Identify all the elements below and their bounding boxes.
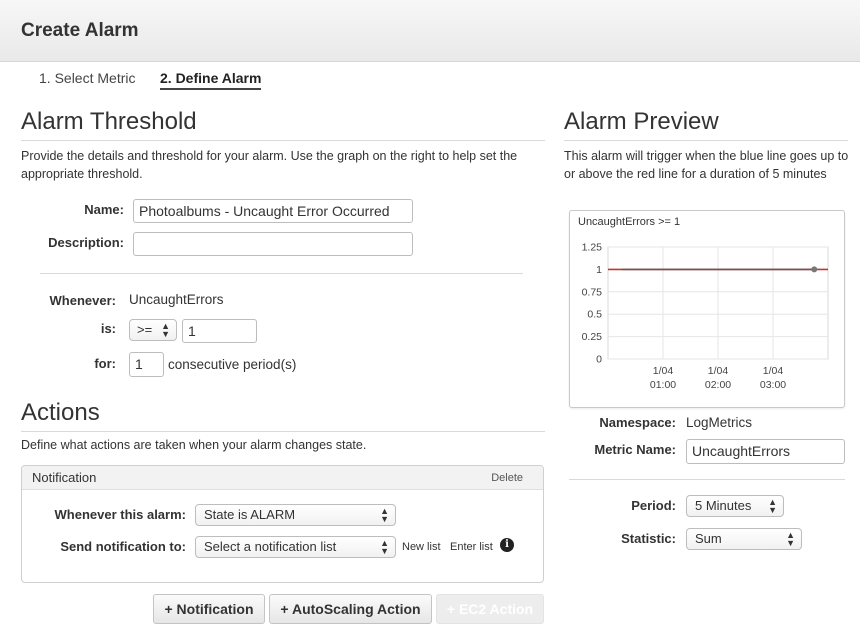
period-select[interactable]: 5 Minutes ▲ ▼ bbox=[686, 495, 784, 517]
preview-description: This alarm will trigger when the blue li… bbox=[564, 149, 849, 181]
y-tick-label: 0.25 bbox=[582, 331, 603, 343]
metric-name-input[interactable]: UncaughtErrors bbox=[686, 439, 845, 464]
name-label: Name: bbox=[84, 202, 124, 217]
delete-notification-link[interactable]: Delete bbox=[491, 472, 523, 484]
y-tick-label: 1.25 bbox=[582, 242, 603, 254]
period-value: 5 Minutes bbox=[695, 498, 752, 513]
periods-suffix: consecutive period(s) bbox=[168, 357, 297, 372]
info-icon[interactable]: i bbox=[500, 538, 514, 552]
add-notification-button[interactable]: + Notification bbox=[153, 594, 265, 624]
alarm-description-input[interactable] bbox=[133, 232, 413, 256]
notification-panel-header: Notification Delete bbox=[22, 466, 543, 490]
enter-list-link[interactable]: Enter list bbox=[450, 541, 493, 553]
operator-value: >= bbox=[137, 322, 153, 337]
select-arrows-icon: ▲ ▼ bbox=[380, 538, 389, 556]
periods-input[interactable]: 1 bbox=[129, 352, 164, 377]
x-tick-time: 02:00 bbox=[705, 379, 731, 391]
divider bbox=[21, 140, 545, 141]
select-arrows-icon: ▲ ▼ bbox=[768, 497, 777, 515]
step-select-metric[interactable]: 1. Select Metric bbox=[39, 70, 135, 86]
select-arrows-icon: ▲ ▼ bbox=[380, 506, 389, 524]
period-label: Period: bbox=[631, 498, 676, 513]
y-tick-label: 1 bbox=[596, 264, 602, 276]
add-autoscaling-action-button[interactable]: + AutoScaling Action bbox=[269, 594, 432, 624]
alarm-name-input[interactable]: Photoalbums - Uncaught Error Occurred bbox=[133, 199, 413, 223]
alarm-preview-heading: Alarm Preview bbox=[564, 108, 719, 135]
notification-list-value: Select a notification list bbox=[204, 539, 337, 554]
page-title: Create Alarm bbox=[21, 20, 139, 41]
threshold-description: Provide the details and threshold for yo… bbox=[21, 149, 518, 181]
divider bbox=[40, 273, 523, 274]
description-label: Description: bbox=[48, 235, 124, 250]
divider bbox=[21, 431, 545, 432]
alarm-preview-chart: UncaughtErrors >= 1 1.25 1 0.75 0.5 0.25 0 1/0… bbox=[569, 210, 845, 408]
metric-name-value: UncaughtErrors bbox=[129, 292, 224, 307]
y-tick-label: 0.75 bbox=[582, 286, 603, 298]
send-notification-label: Send notification to: bbox=[60, 539, 186, 554]
statistic-select[interactable]: Sum ▲ ▼ bbox=[686, 528, 802, 550]
for-label: for: bbox=[94, 356, 116, 371]
statistic-label: Statistic: bbox=[621, 531, 676, 546]
threshold-input[interactable]: 1 bbox=[182, 319, 257, 343]
page-header: Create Alarm bbox=[0, 0, 860, 62]
x-tick-date: 1/04 bbox=[653, 365, 674, 377]
y-tick-label: 0.5 bbox=[587, 309, 602, 321]
alarm-threshold-heading: Alarm Threshold bbox=[21, 108, 197, 135]
x-tick-date: 1/04 bbox=[763, 365, 784, 377]
y-tick-label: 0 bbox=[596, 354, 602, 366]
alarm-state-select[interactable]: State is ALARM ▲ ▼ bbox=[195, 504, 396, 526]
actions-heading: Actions bbox=[21, 399, 100, 426]
notification-list-select[interactable]: Select a notification list ▲ ▼ bbox=[195, 536, 396, 558]
notification-title: Notification bbox=[32, 470, 97, 485]
x-tick-time: 01:00 bbox=[650, 379, 676, 391]
step-define-alarm[interactable]: 2. Define Alarm bbox=[160, 70, 262, 90]
is-label: is: bbox=[100, 321, 116, 336]
x-tick-time: 03:00 bbox=[760, 379, 786, 391]
namespace-label: Namespace: bbox=[599, 415, 676, 430]
statistic-value: Sum bbox=[695, 531, 722, 546]
select-arrows-icon: ▲ ▼ bbox=[161, 321, 170, 339]
add-ec2-action-button: + EC2 Action bbox=[436, 594, 544, 624]
actions-description: Define what actions are taken when your … bbox=[21, 438, 367, 452]
metric-name-label: Metric Name: bbox=[594, 442, 676, 457]
x-tick-date: 1/04 bbox=[708, 365, 729, 377]
series-point bbox=[811, 266, 818, 273]
new-list-link[interactable]: New list bbox=[402, 541, 441, 553]
chart-plot: 1.25 1 0.75 0.5 0.25 0 1/04 01:00 1/04 02:00 1/04 0… bbox=[582, 242, 829, 391]
operator-select[interactable]: >= ▲ ▼ bbox=[129, 319, 177, 341]
whenever-label: Whenever: bbox=[49, 293, 116, 308]
alarm-state-value: State is ALARM bbox=[204, 507, 296, 522]
divider bbox=[564, 140, 848, 141]
select-arrows-icon: ▲ ▼ bbox=[786, 530, 795, 548]
namespace-value: LogMetrics bbox=[686, 415, 753, 430]
divider bbox=[569, 479, 845, 480]
whenever-this-alarm-label: Whenever this alarm: bbox=[54, 507, 187, 522]
